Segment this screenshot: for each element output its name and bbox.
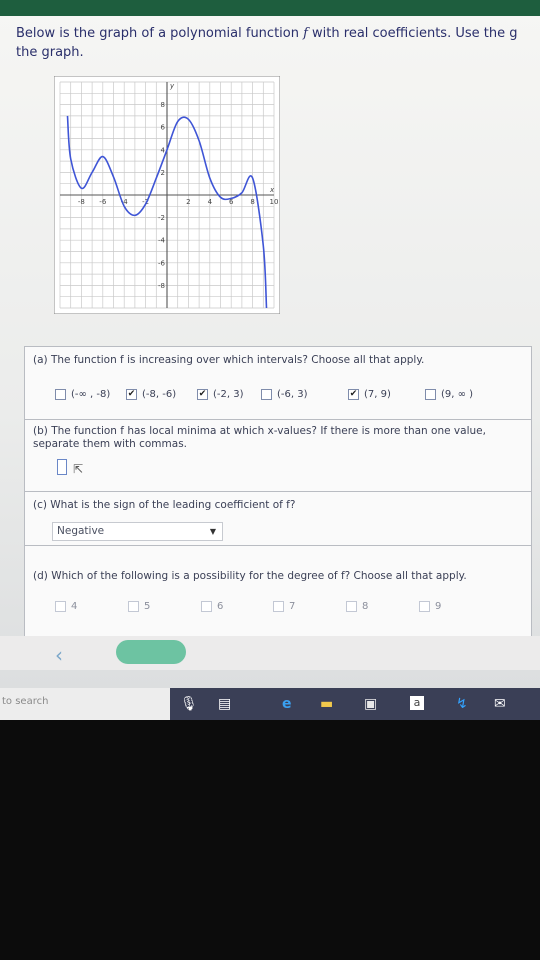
- y-tick-label: -6: [158, 259, 166, 267]
- checkbox[interactable]: [201, 601, 212, 612]
- degree-option[interactable]: 6: [201, 601, 223, 612]
- degree-label: 9: [435, 601, 442, 612]
- part-c-question: (c) What is the sign of the leading coef…: [33, 499, 296, 511]
- y-tick-label: 8: [161, 101, 165, 109]
- interval-label: (-6, 3): [277, 389, 308, 400]
- part-d-question: (d) Which of the following is a possibil…: [33, 570, 467, 582]
- question-panel: (a) The function f is increasing over wh…: [24, 346, 532, 638]
- x-axis-label: x: [269, 186, 275, 194]
- x-tick-label: -8: [78, 198, 85, 206]
- degree-option[interactable]: 4: [55, 601, 77, 612]
- checkbox[interactable]: [348, 389, 359, 400]
- question-line2: the graph.: [16, 45, 84, 60]
- taskbar-search-box[interactable]: to search: [0, 688, 170, 720]
- y-tick-label: 4: [161, 146, 166, 154]
- x-tick-label: -6: [99, 198, 107, 206]
- task-view-icon[interactable]: ▤: [218, 696, 231, 712]
- interval-label: (-2, 3): [213, 389, 244, 400]
- degree-option[interactable]: 8: [346, 601, 368, 612]
- x-tick-label: 8: [250, 198, 254, 206]
- mail-app-icon[interactable]: ✉: [494, 696, 506, 712]
- checkbox[interactable]: [128, 601, 139, 612]
- y-tick-label: -8: [158, 282, 165, 290]
- microphone-icon[interactable]: 🎙: [180, 696, 198, 712]
- interval-option[interactable]: (-2, 3): [197, 389, 244, 400]
- checkbox[interactable]: [419, 601, 430, 612]
- checkbox[interactable]: [273, 601, 284, 612]
- interval-label: (-∞ , -8): [71, 389, 111, 400]
- checkbox[interactable]: [55, 389, 66, 400]
- navigation-bar: [0, 636, 540, 670]
- part-b-line2: separate them with commas.: [33, 438, 188, 450]
- mouse-cursor-icon: ⇱: [73, 462, 84, 476]
- interval-option[interactable]: (9, ∞ ): [425, 389, 473, 400]
- degree-label: 6: [217, 601, 224, 612]
- y-tick-label: 2: [161, 169, 165, 177]
- degree-label: 4: [71, 601, 78, 612]
- y-tick-label: -4: [158, 237, 166, 245]
- lightning-app-icon[interactable]: ↯: [456, 696, 468, 712]
- top-bar: [0, 0, 540, 16]
- select-value: Negative: [57, 525, 105, 537]
- interval-option[interactable]: (7, 9): [348, 389, 391, 400]
- degree-label: 7: [289, 601, 296, 612]
- checkbox[interactable]: [55, 601, 66, 612]
- part-a-section: (a) The function f is increasing over wh…: [25, 347, 531, 420]
- y-tick-label: -2: [158, 214, 165, 222]
- edge-browser-icon[interactable]: e: [282, 696, 292, 712]
- checkbox[interactable]: [261, 389, 272, 400]
- part-b-section: (b) The function f has local minima at w…: [25, 419, 531, 492]
- back-chevron-icon[interactable]: ‹: [55, 643, 63, 667]
- checkbox[interactable]: [425, 389, 436, 400]
- checkbox[interactable]: [126, 389, 137, 400]
- degree-label: 5: [144, 601, 151, 612]
- question-text: Below is the graph of a polynomial funct…: [16, 24, 540, 62]
- checkbox[interactable]: [346, 601, 357, 612]
- interval-option[interactable]: (-∞ , -8): [55, 389, 110, 400]
- question-line1-b: with real coefficients. Use the g: [307, 26, 518, 41]
- interval-option[interactable]: (-6, 3): [261, 389, 308, 400]
- amazon-app-icon[interactable]: a: [410, 696, 424, 710]
- leading-coefficient-select[interactable]: Negative ▼: [52, 522, 223, 541]
- dropdown-arrow-icon: ▼: [209, 527, 216, 536]
- x-tick-label: 10: [270, 198, 279, 206]
- polynomial-graph: -8 -6 -4 -2 2 4 6 8 108642-2-4-6-8xy: [54, 76, 280, 314]
- interval-label: (7, 9): [364, 389, 391, 400]
- x-tick-label: 4: [208, 198, 213, 206]
- store-icon[interactable]: ▣: [364, 696, 377, 712]
- y-axis-label: y: [169, 82, 175, 90]
- next-button[interactable]: [116, 640, 186, 664]
- degree-option[interactable]: 9: [419, 601, 441, 612]
- interval-option[interactable]: (-8, -6): [126, 389, 176, 400]
- part-b-line1: (b) The function f has local minima at w…: [33, 425, 486, 437]
- part-a-question: (a) The function f is increasing over wh…: [33, 354, 425, 366]
- file-explorer-icon[interactable]: ▬: [320, 696, 333, 712]
- degree-option[interactable]: 7: [273, 601, 295, 612]
- degree-option[interactable]: 5: [128, 601, 150, 612]
- y-tick-label: 6: [161, 124, 166, 132]
- minima-answer-input[interactable]: [57, 459, 67, 475]
- interval-label: (9, ∞ ): [441, 389, 474, 400]
- browser-screen: Below is the graph of a polynomial funct…: [0, 0, 540, 690]
- interval-label: (-8, -6): [142, 389, 177, 400]
- question-line1-a: Below is the graph of a polynomial funct…: [16, 26, 304, 41]
- degree-label: 8: [362, 601, 369, 612]
- search-placeholder: to search: [2, 696, 49, 707]
- desk-background: [0, 720, 540, 960]
- checkbox[interactable]: [197, 389, 208, 400]
- x-tick-label: 2: [186, 198, 190, 206]
- part-d-section: (d) Which of the following is a possibil…: [25, 545, 531, 637]
